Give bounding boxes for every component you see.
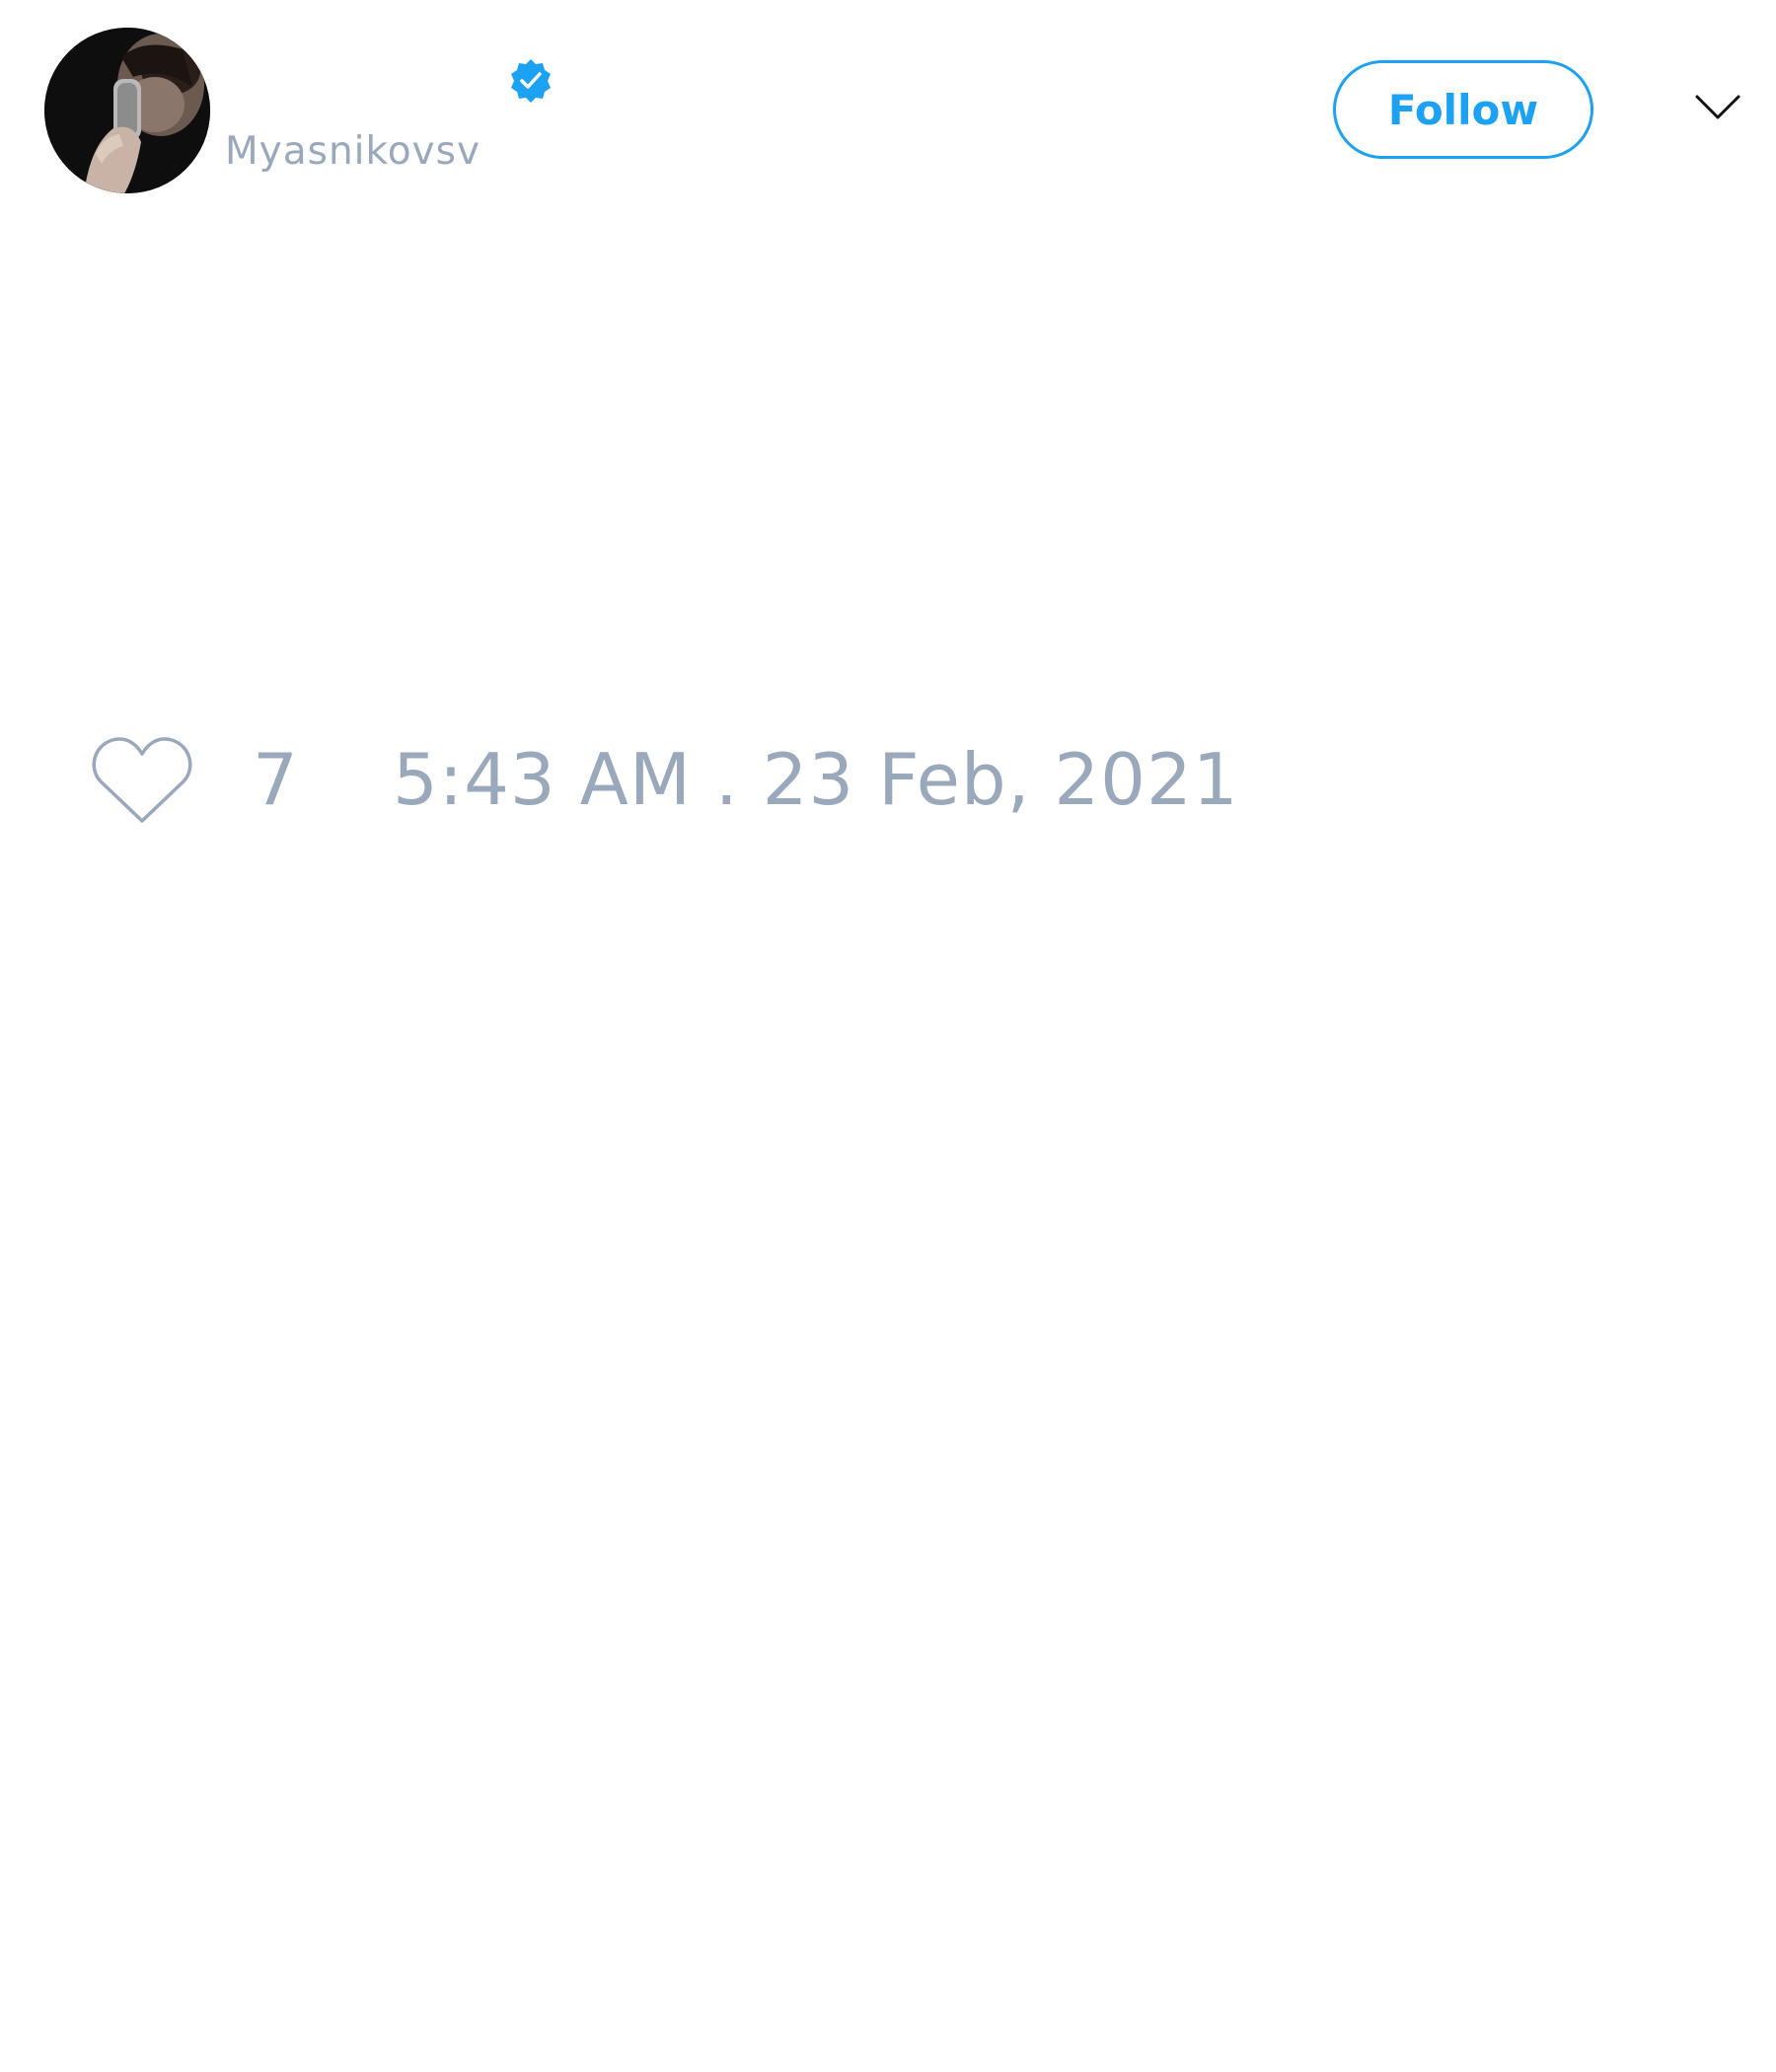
author-handle[interactable]: Myasnikovsv [225,124,481,180]
avatar-image [44,28,210,193]
chevron-down-icon[interactable] [1695,94,1740,121]
heart-outline-icon[interactable] [91,734,193,825]
follow-button[interactable]: Follow [1333,60,1593,159]
avatar[interactable] [44,28,210,193]
verified-badge-icon [508,58,554,104]
tweet-timestamp[interactable]: 5:43 AM . 23 Feb, 2021 [393,738,1239,821]
like-count: 7 [253,738,298,821]
